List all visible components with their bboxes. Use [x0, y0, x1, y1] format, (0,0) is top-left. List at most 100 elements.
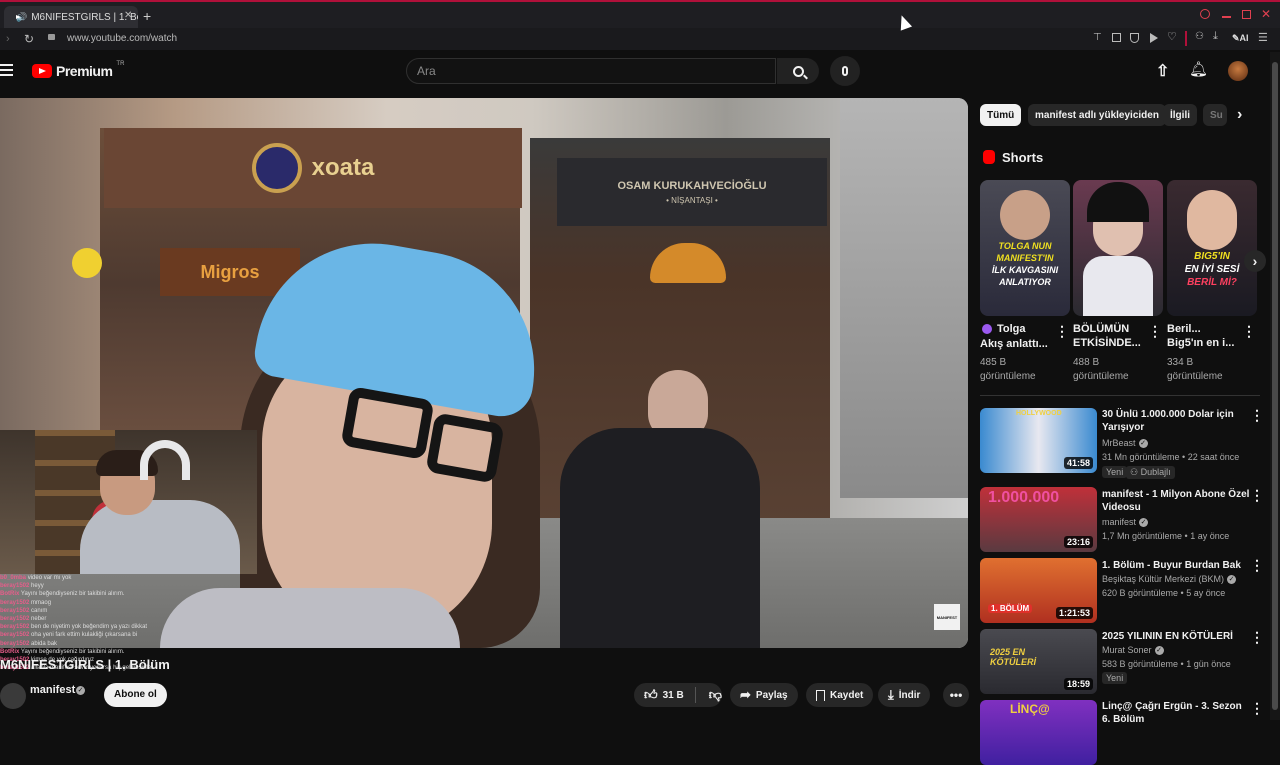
pin-icon[interactable]: ⊤ — [1093, 32, 1102, 43]
recommendation-channel[interactable]: manifest ✓ — [1102, 517, 1149, 527]
more-icon: ••• — [949, 688, 963, 702]
chevron-right-icon[interactable]: › — [1237, 106, 1242, 124]
recommendation-thumbnail[interactable]: LİNÇ@ — [980, 700, 1097, 765]
recommendation-channel[interactable]: Murat Soner ✓ — [1102, 645, 1164, 655]
short-face — [1000, 190, 1050, 240]
browser-tab-bar: 🔊 M6NIFESTGIRLS | 1. Bö ✕ + ✕ — [0, 0, 1280, 28]
voice-search-button[interactable] — [830, 56, 860, 86]
sign-left: xoata — [104, 128, 522, 208]
thumbs-up-icon: 👍︎ — [644, 687, 658, 702]
chip-all[interactable]: Tümü — [980, 104, 1022, 126]
recommendation-title[interactable]: manifest - 1 Milyon Abone Özel Videosu — [1102, 488, 1250, 514]
dislike-button[interactable]: 👎︎ — [701, 687, 722, 703]
short-more-icon[interactable]: ⋮ — [1148, 324, 1162, 338]
page-scrollbar[interactable] — [1270, 52, 1280, 720]
chip-more[interactable]: Su — [1203, 104, 1227, 126]
short-view-label: görüntüleme — [980, 371, 1036, 382]
shorts-icon — [983, 150, 995, 164]
short-title[interactable]: BÖLÜMÜN ETKİSİNDE... — [1073, 322, 1149, 350]
reload-icon[interactable]: ↻ — [24, 32, 34, 46]
chat-username: beray1502 — [0, 640, 30, 647]
short-title[interactable]: Akış anlattı... — [980, 337, 1056, 351]
recommendation-title[interactable]: 2025 YILININ EN KÖTÜLERİ — [1102, 630, 1250, 643]
divider — [1185, 31, 1187, 46]
verified-icon: ✓ — [1227, 574, 1237, 584]
new-tab-button[interactable]: + — [143, 8, 151, 24]
search-button[interactable] — [777, 58, 819, 84]
save-label: Kaydet — [830, 689, 864, 701]
short-overlay-line: İLK KAVGASINI — [991, 265, 1059, 275]
upload-icon[interactable]: ⇧ — [1156, 61, 1169, 81]
browser-tab[interactable]: 🔊 M6NIFESTGIRLS | 1. Bö — [4, 6, 138, 28]
recommendation-title[interactable]: 1. Bölüm - Buyur Burdan Bak — [1102, 559, 1250, 572]
download-button[interactable]: ⤓ İndir — [878, 683, 931, 707]
verified-icon: ✓ — [1154, 645, 1164, 655]
recommendation-more-icon[interactable]: ⋮ — [1250, 701, 1264, 715]
short-view-label: görüntüleme — [1073, 371, 1129, 382]
recommendation-more-icon[interactable]: ⋮ — [1250, 408, 1264, 422]
short-view-count: 334 B — [1167, 357, 1194, 368]
webcam-person-body — [80, 500, 240, 574]
forward-icon[interactable]: › — [6, 33, 10, 45]
maximize-icon[interactable] — [1242, 10, 1251, 19]
short-title[interactable]: Beril... Big5'ın en i... — [1167, 322, 1243, 350]
url-text[interactable]: www.youtube.com/watch — [67, 33, 177, 44]
screenshot-icon[interactable] — [1112, 33, 1121, 42]
lantern-yellow — [72, 248, 102, 278]
bell-icon[interactable]: 🔔︎ — [1189, 60, 1208, 78]
chat-message: beray1502 mmaog — [0, 599, 200, 607]
search-tabs-icon[interactable] — [1200, 9, 1210, 19]
chip-related[interactable]: İlgili — [1163, 104, 1197, 126]
recommendation-channel[interactable]: MrBeast ✓ — [1102, 438, 1148, 448]
short-thumbnail[interactable]: BIG5'IN EN İYİ SESİ BERİL Mİ? — [1167, 180, 1257, 316]
recommendation-thumbnail[interactable]: HOLLYWOOD 41:58 — [980, 408, 1097, 473]
recommendation-more-icon[interactable]: ⋮ — [1250, 488, 1264, 502]
scrollbar-thumb[interactable] — [1272, 62, 1278, 710]
ai-label: AI — [1239, 33, 1249, 43]
chat-text: ben de niyetim yok beğendim ya yazı dikk… — [31, 624, 148, 631]
minimize-icon[interactable] — [1222, 16, 1231, 18]
share-button[interactable]: ➦ Paylaş — [730, 683, 798, 707]
channel-avatar[interactable] — [0, 683, 26, 709]
short-thumbnail[interactable]: TOLGA NUN MANIFEST'IN İLK KAVGASINI ANLA… — [980, 180, 1070, 316]
like-button[interactable]: 👍︎ 31 B — [644, 687, 684, 703]
chat-message: beray1502 canım — [0, 607, 200, 615]
play-icon[interactable] — [1150, 33, 1158, 43]
recommendation-more-icon[interactable]: ⋮ — [1250, 558, 1264, 572]
recommendation-title[interactable]: Linç@ Çağrı Ergün - 3. Sezon 6. Bölüm — [1102, 700, 1250, 726]
download-icon[interactable]: ⤓ — [1213, 30, 1218, 43]
tab-close-icon[interactable]: ✕ — [124, 10, 132, 21]
save-button[interactable]: Kaydet — [806, 683, 874, 707]
video-duration: 23:16 — [1063, 536, 1093, 548]
shield-icon[interactable] — [1130, 33, 1139, 43]
youtube-logo[interactable]: Premium TR — [32, 61, 124, 79]
close-window-icon[interactable]: ✕ — [1261, 7, 1271, 21]
search-input[interactable]: Ara — [406, 58, 776, 84]
girl-hoodie — [160, 588, 460, 648]
shorts-divider — [980, 395, 1260, 396]
recommendation-thumbnail[interactable]: 1.000.000 23:16 — [980, 487, 1097, 552]
account-icon[interactable]: ⚇ — [1195, 31, 1204, 42]
hamburger-menu-icon[interactable] — [0, 64, 13, 76]
lock-icon — [48, 34, 55, 40]
shorts-next-icon[interactable]: › — [1244, 250, 1266, 272]
menu-icon[interactable]: ☰ — [1258, 31, 1268, 44]
short-more-icon[interactable]: ⋮ — [1055, 324, 1069, 338]
recommendation-thumbnail[interactable]: 2025 EN KÖTÜLERİ 18:59 — [980, 629, 1097, 694]
recommendation-title[interactable]: 30 Ünlü 1.000.000 Dolar için Yarışıyor — [1102, 408, 1250, 434]
channel-name[interactable]: manifest — [30, 684, 75, 696]
short-thumbnail[interactable] — [1073, 180, 1163, 316]
more-actions-button[interactable]: ••• — [943, 683, 969, 707]
heart-icon[interactable]: ♡ — [1167, 30, 1177, 43]
building-right — [840, 98, 968, 498]
like-count: 31 B — [662, 689, 684, 701]
recommendation-thumbnail[interactable]: 1. BÖLÜM 1:21:53 — [980, 558, 1097, 623]
chip-from-uploader[interactable]: manifest adlı yükleyiciden — [1028, 104, 1166, 126]
short-more-icon[interactable]: ⋮ — [1242, 324, 1256, 338]
avatar[interactable] — [1228, 61, 1248, 81]
subscribe-button[interactable]: Abone ol — [104, 683, 167, 707]
recommendation-channel[interactable]: Beşiktaş Kültür Merkezi (BKM) ✓ — [1102, 574, 1237, 584]
recommendation-more-icon[interactable]: ⋮ — [1250, 630, 1264, 644]
ai-button[interactable]: ✎AI — [1232, 33, 1249, 44]
chat-username: BotRix — [0, 591, 20, 598]
